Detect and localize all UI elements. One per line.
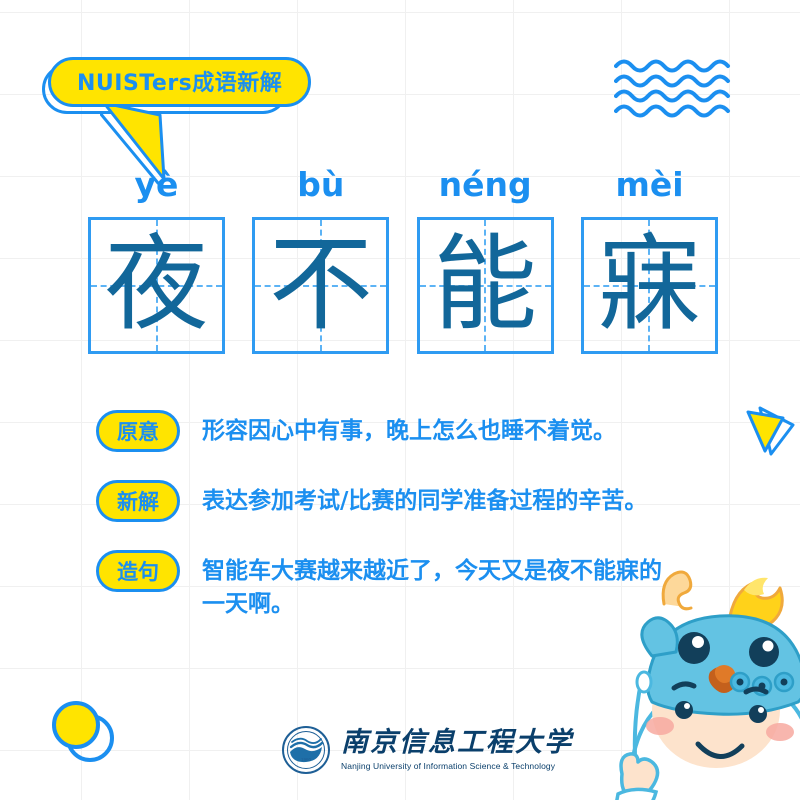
character-glyph-4: 寐 [597, 222, 702, 345]
triangle-decoration-icon [746, 406, 795, 456]
definition-text-new: 表达参加考试/比赛的同学准备过程的辛苦。 [202, 488, 648, 514]
character-glyph-2: 不 [268, 222, 373, 345]
character-glyph-1: 夜 [104, 222, 209, 345]
definition-label-new: 新解 [96, 480, 180, 522]
title-speech-bubble: NUISTers成语新解 [42, 57, 312, 185]
dragon-hood-child-mascot [615, 570, 800, 800]
definition-text-example: 智能车大赛越来越近了，今天又是夜不能寐的一天啊。 [202, 558, 662, 618]
university-logo-wordmark: 南京信息工程大学 Nanjing University of Informati… [341, 727, 573, 771]
idiom-cell-2: bù 不 [252, 165, 390, 354]
speech-bubble-body: NUISTers成语新解 [48, 57, 312, 107]
pinyin-2: bù [297, 165, 345, 204]
poster-canvas: NUISTers成语新解 yè 夜 bù 不 néng 能 mèi 寐 原意 形… [0, 0, 800, 800]
definition-row-original: 原意 形容因心中有事，晚上怎么也睡不着觉。 [96, 410, 716, 452]
university-logo: 1960 南京信息工程大学 Nanjing University of Info… [281, 722, 573, 778]
definition-text-original: 形容因心中有事，晚上怎么也睡不着觉。 [202, 418, 616, 444]
university-seal-icon: 1960 [282, 726, 330, 774]
character-box-3: 能 [416, 217, 554, 354]
circle-decoration-icon [48, 698, 120, 770]
idiom-cell-4: mèi 寐 [580, 165, 718, 354]
pinyin-4: mèi [615, 165, 684, 204]
idiom-cell-1: yè 夜 [88, 168, 225, 354]
definition-label-example: 造句 [96, 550, 180, 592]
idiom-cell-3: néng 能 [416, 165, 554, 354]
poster-title: NUISTers成语新解 [77, 71, 283, 96]
definition-label-original: 原意 [96, 410, 180, 452]
definition-row-new: 新解 表达参加考试/比赛的同学准备过程的辛苦。 [96, 480, 716, 522]
character-box-2: 不 [252, 217, 390, 354]
circle-filled-front [52, 701, 100, 749]
idiom-character-row: yè 夜 bù 不 néng 能 mèi 寐 [88, 168, 718, 354]
character-box-1: 夜 [88, 217, 225, 354]
pinyin-3: néng [438, 165, 532, 204]
wavy-lines-icon [614, 59, 730, 118]
svg-text:1960: 1960 [301, 757, 312, 762]
university-name-en: Nanjing University of Information Scienc… [341, 760, 556, 771]
speech-bubble-tail-icon [100, 101, 166, 185]
university-name-cn: 南京信息工程大学 [341, 727, 573, 759]
character-glyph-3: 能 [433, 222, 538, 345]
character-box-4: 寐 [580, 217, 718, 354]
